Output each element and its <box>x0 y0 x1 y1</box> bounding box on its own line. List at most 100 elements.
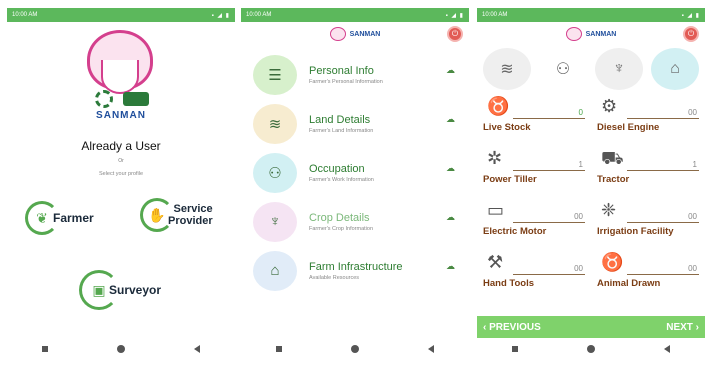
app-name: SANMAN <box>349 30 381 38</box>
android-nav-bar <box>7 338 235 360</box>
occupation-icon: ⚇ <box>253 152 297 193</box>
screen-farm-infrastructure: 10:00 AM ▪ ◢ ▮ SANMAN ⏻ ≋ ⚇ ♆ ⌂ ♉ 0 Live… <box>477 8 705 360</box>
home-button[interactable] <box>350 345 359 353</box>
resource-livestock[interactable]: ♉ 0 Live Stock <box>483 92 585 144</box>
menu-item-crop-details[interactable]: ♆ Crop Details Farmer's Crop Information… <box>249 197 461 246</box>
motor-icon: ▭ <box>487 200 505 220</box>
crop-icon[interactable]: ♆ <box>595 48 643 90</box>
surveyor-button[interactable]: ▣ Surveyor <box>79 270 161 310</box>
resource-name: Animal Drawn <box>597 278 661 289</box>
tractor-icon <box>123 92 149 106</box>
cloud-icon: ☁ <box>446 212 455 222</box>
cloud-icon: ☁ <box>446 261 455 271</box>
menu-title: Personal Info <box>309 64 374 77</box>
menu-item-land-details[interactable]: ≋ Land Details Farmer's Land Information… <box>249 99 461 148</box>
menu-item-farm-infrastructure[interactable]: ⌂ Farm Infrastructure Available Resource… <box>249 246 461 295</box>
recents-button[interactable] <box>275 346 282 352</box>
crop-icon: ♆ <box>253 201 297 242</box>
select-profile-text: Select your profile <box>98 171 144 177</box>
cloud-icon: ☁ <box>446 65 455 75</box>
farmer-button[interactable]: ❦ Farmer <box>25 201 94 235</box>
section-tabs: ≋ ⚇ ♆ ⌂ <box>477 46 705 92</box>
next-button[interactable]: NEXT › <box>666 322 699 333</box>
service-provider-button[interactable]: ✋ Service Provider <box>140 198 213 232</box>
app-logo-icon <box>565 27 582 41</box>
menu-item-occupation[interactable]: ⚇ Occupation Farmer's Work Information ☁ <box>249 148 461 197</box>
service-provider-line1: Service <box>173 203 213 215</box>
occupation-icon[interactable]: ⚇ <box>539 48 587 90</box>
menu-subtitle: Available Resources <box>309 274 360 281</box>
hand-tool-icon: ⚒ <box>487 252 504 272</box>
resource-count[interactable]: 00 <box>688 264 697 273</box>
person-list-icon: ☰ <box>253 54 297 95</box>
resource-irrigation-facility[interactable]: ❈ 00 Irrigation Facility <box>597 196 699 248</box>
ox-cart-icon: ♉ <box>601 252 624 272</box>
resource-power-tiller[interactable]: ✲ 1 Power Tiller <box>483 144 585 196</box>
cow-icon: ♉ <box>487 96 510 116</box>
menu-title: Farm Infrastructure <box>309 260 403 273</box>
menu-title: Occupation <box>309 162 365 175</box>
home-button[interactable] <box>116 345 125 353</box>
resource-electric-motor[interactable]: ▭ 00 Electric Motor <box>483 196 585 248</box>
logo-text: SANMAN <box>96 110 146 121</box>
status-time: 10:00 AM <box>246 12 272 18</box>
resource-grid: ♉ 0 Live Stock ⚙ 00 Diesel Engine ✲ 1 Po… <box>477 92 705 300</box>
tractor-icon: ⛟ <box>601 148 624 168</box>
gear-icon <box>95 90 113 108</box>
service-provider-line2: Provider <box>168 215 213 227</box>
farm-infrastructure-icon[interactable]: ⌂ <box>651 48 699 90</box>
menu-title: Land Details <box>309 113 371 126</box>
farm-infrastructure-icon: ⌂ <box>253 250 297 291</box>
resource-name: Diesel Engine <box>597 122 660 133</box>
resource-count[interactable]: 00 <box>574 264 583 273</box>
status-time: 10:00 AM <box>12 12 38 18</box>
resource-count[interactable]: 0 <box>579 108 583 117</box>
status-bar: 10:00 AM ▪ ◢ ▮ <box>241 8 469 22</box>
menu-subtitle: Farmer's Land Information <box>309 127 374 134</box>
resource-count[interactable]: 00 <box>574 212 583 221</box>
menu-title: Crop Details <box>309 211 370 224</box>
back-button[interactable] <box>428 345 435 353</box>
already-user-link[interactable]: Already a User <box>7 139 235 153</box>
resource-count[interactable]: 00 <box>688 212 697 221</box>
power-icon[interactable]: ⏻ <box>447 26 463 42</box>
status-bar: 10:00 AM ▪ ◢ ▮ <box>477 8 705 22</box>
previous-button[interactable]: ‹ PREVIOUS <box>483 322 541 333</box>
resource-hand-tools[interactable]: ⚒ 00 Hand Tools <box>483 248 585 300</box>
resource-count[interactable]: 00 <box>688 108 697 117</box>
status-icons: ▪ ◢ ▮ <box>211 12 230 19</box>
resource-animal-drawn[interactable]: ♉ 00 Animal Drawn <box>597 248 699 300</box>
land-icon: ≋ <box>253 103 297 144</box>
pager-bar: ‹ PREVIOUS NEXT › <box>477 316 705 338</box>
resource-name: Live Stock <box>483 122 531 133</box>
cloud-icon: ☁ <box>446 114 455 124</box>
back-button[interactable] <box>664 345 671 353</box>
resource-tractor[interactable]: ⛟ 1 Tractor <box>597 144 699 196</box>
menu-subtitle: Farmer's Work Information <box>309 176 374 183</box>
resource-diesel-engine[interactable]: ⚙ 00 Diesel Engine <box>597 92 699 144</box>
menu-subtitle: Farmer's Crop Information <box>309 225 374 232</box>
service-provider-label: Service Provider <box>168 203 213 227</box>
resource-name: Electric Motor <box>483 226 547 237</box>
app-name: SANMAN <box>585 30 617 38</box>
farmer-label: Farmer <box>53 211 94 225</box>
land-icon[interactable]: ≋ <box>483 48 531 90</box>
recents-button[interactable] <box>511 346 518 352</box>
power-icon[interactable]: ⏻ <box>683 26 699 42</box>
screen-login: 10:00 AM ▪ ◢ ▮ SANMAN Already a User Or … <box>7 8 235 360</box>
power-tiller-icon: ✲ <box>487 148 503 168</box>
app-header: SANMAN ⏻ <box>477 22 705 46</box>
resource-name: Irrigation Facility <box>597 226 674 237</box>
recents-button[interactable] <box>41 346 48 352</box>
resource-count[interactable]: 1 <box>693 160 697 169</box>
menu-item-personal-info[interactable]: ☰ Personal Info Farmer's Personal Inform… <box>249 50 461 99</box>
surveyor-label: Surveyor <box>109 283 162 297</box>
app-header: SANMAN ⏻ <box>241 22 469 46</box>
status-icons: ▪ ◢ ▮ <box>445 12 464 19</box>
resource-name: Tractor <box>597 174 630 185</box>
resource-count[interactable]: 1 <box>579 160 583 169</box>
sprinkler-icon: ❈ <box>601 200 617 220</box>
home-button[interactable] <box>586 345 595 353</box>
screen-menu: 10:00 AM ▪ ◢ ▮ SANMAN ⏻ ☰ Personal Info … <box>241 8 469 360</box>
back-button[interactable] <box>194 345 201 353</box>
